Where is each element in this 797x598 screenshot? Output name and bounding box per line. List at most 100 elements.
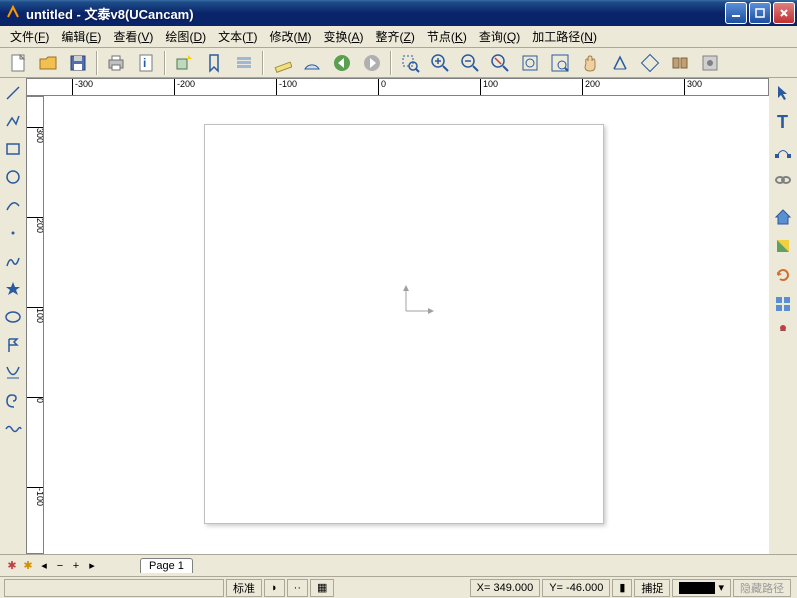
status-bar: 标准 ◗ ·· ▦ X= 349.000 Y= -46.000 ▮ 捕捉 ▾ 隐… — [0, 576, 797, 598]
zoom-previous-icon[interactable] — [486, 50, 514, 76]
ruler-tick: -300 — [72, 79, 93, 96]
print-icon[interactable] — [102, 50, 130, 76]
menu-transform[interactable]: 变换(A) — [317, 26, 369, 47]
ruler-vertical[interactable]: 300 200 100 0 -100 — [26, 96, 44, 554]
freehand-tool-icon[interactable] — [2, 248, 24, 274]
close-button[interactable] — [773, 2, 795, 24]
open-file-icon[interactable] — [34, 50, 62, 76]
page-tab-bar: ✱ ✱ ◂ − + ▸ Page 1 — [0, 554, 797, 576]
forward-icon[interactable] — [358, 50, 386, 76]
status-hidden-path[interactable]: 隐藏路径 — [733, 579, 791, 597]
status-toggle-3[interactable]: ▦ — [310, 579, 334, 597]
ruler-horizontal[interactable]: -300 -200 -100 0 100 200 300 — [26, 78, 769, 96]
text-tool-icon[interactable]: T — [771, 109, 795, 135]
menu-edit[interactable]: 编辑(E) — [55, 26, 107, 47]
rectangle-tool-icon[interactable] — [2, 136, 24, 162]
svg-text:T: T — [777, 112, 788, 132]
app-icon — [6, 5, 22, 21]
star-tool-icon[interactable] — [2, 276, 24, 302]
arc-tool-icon[interactable] — [2, 192, 24, 218]
left-toolbox — [0, 78, 26, 554]
save-file-icon[interactable] — [64, 50, 92, 76]
ruler-icon[interactable] — [268, 50, 296, 76]
link-icon[interactable] — [771, 167, 795, 193]
menu-node[interactable]: 节点(K) — [421, 26, 473, 47]
menu-file[interactable]: 文件(F) — [4, 26, 55, 47]
nav-minus-icon[interactable]: − — [53, 559, 67, 573]
pan-hand-icon[interactable] — [576, 50, 604, 76]
line-tool-icon[interactable] — [2, 80, 24, 106]
status-snap[interactable]: 捕捉 — [634, 579, 670, 597]
properties-icon[interactable]: i — [132, 50, 160, 76]
zoom-window-icon[interactable] — [396, 50, 424, 76]
bookmark-icon[interactable] — [200, 50, 228, 76]
path-options-icon[interactable] — [666, 50, 694, 76]
refresh-icon[interactable] — [771, 262, 795, 288]
snap-toggle-icon[interactable] — [636, 50, 664, 76]
ruler-tick: -100 — [276, 79, 297, 96]
menu-toolpath[interactable]: 加工路径(N) — [526, 26, 603, 47]
menu-text[interactable]: 文本(T) — [212, 26, 263, 47]
menu-draw[interactable]: 绘图(D) — [159, 26, 212, 47]
nav-first-icon[interactable]: ◂ — [37, 559, 51, 573]
svg-text:i: i — [143, 56, 146, 70]
status-y: Y= -46.000 — [542, 579, 610, 597]
spiral-tool-icon[interactable] — [2, 388, 24, 414]
status-toggle-2[interactable]: ·· — [287, 579, 308, 597]
maximize-button[interactable] — [749, 2, 771, 24]
spline-tool-icon[interactable] — [2, 360, 24, 386]
color-swatch-select[interactable]: ▾ — [672, 579, 731, 597]
ruler-tick: 200 — [582, 79, 600, 96]
menu-bar: 文件(F) 编辑(E) 查看(V) 绘图(D) 文本(T) 修改(M) 变换(A… — [0, 26, 797, 48]
flag-tool-icon[interactable] — [2, 332, 24, 358]
ruler-tick: 0 — [27, 397, 44, 403]
grid-icon[interactable] — [771, 291, 795, 317]
zoom-fit-icon[interactable] — [516, 50, 544, 76]
menu-align[interactable]: 整齐(Z) — [370, 26, 421, 47]
simulate-icon[interactable] — [696, 50, 724, 76]
status-mode[interactable]: 标准 — [226, 579, 262, 597]
right-toolbox: T — [769, 78, 797, 554]
zoom-out-icon[interactable] — [456, 50, 484, 76]
ruler-tick: 300 — [27, 127, 44, 143]
title-bar: untitled - 文泰v8(UCancam) — [0, 0, 797, 26]
fill-tool-icon[interactable] — [771, 233, 795, 259]
measure-icon[interactable] — [606, 50, 634, 76]
zoom-in-icon[interactable] — [426, 50, 454, 76]
point-tool-icon[interactable] — [2, 220, 24, 246]
new-file-icon[interactable] — [4, 50, 32, 76]
zoom-all-icon[interactable] — [546, 50, 574, 76]
layer-red-icon[interactable]: ✱ — [5, 559, 19, 573]
home-icon[interactable] — [771, 204, 795, 230]
circle-tool-icon[interactable] — [2, 164, 24, 190]
window-title: untitled - 文泰v8(UCancam) — [26, 4, 723, 23]
ellipse-tool-icon[interactable] — [2, 304, 24, 330]
ruler-tick: 0 — [378, 79, 386, 96]
list-icon[interactable] — [230, 50, 258, 76]
layer-yellow-icon[interactable]: ✱ — [21, 559, 35, 573]
nav-plus-icon[interactable]: + — [69, 559, 83, 573]
drawing-canvas[interactable] — [44, 96, 769, 554]
menu-modify[interactable]: 修改(M) — [263, 26, 317, 47]
import-icon[interactable] — [170, 50, 198, 76]
ruler-tick: 300 — [684, 79, 702, 96]
tool-settings-icon[interactable] — [771, 320, 795, 346]
back-icon[interactable] — [328, 50, 356, 76]
polyline-tool-icon[interactable] — [2, 108, 24, 134]
minimize-button[interactable] — [725, 2, 747, 24]
status-toggle-1[interactable]: ◗ — [264, 579, 285, 597]
menu-query[interactable]: 查询(Q) — [473, 26, 526, 47]
node-edit-icon[interactable] — [771, 138, 795, 164]
nav-last-icon[interactable]: ▸ — [85, 559, 99, 573]
menu-view[interactable]: 查看(V) — [107, 26, 159, 47]
wave-tool-icon[interactable] — [2, 416, 24, 442]
ruler-tick: 200 — [27, 217, 44, 233]
status-toggle-4[interactable]: ▮ — [612, 579, 632, 597]
ruler-tick: -100 — [27, 487, 44, 506]
status-x: X= 349.000 — [470, 579, 541, 597]
page-tab[interactable]: Page 1 — [140, 558, 193, 573]
protractor-icon[interactable] — [298, 50, 326, 76]
main-toolbar: i — [0, 48, 797, 78]
ruler-tick: -200 — [174, 79, 195, 96]
select-arrow-icon[interactable] — [771, 80, 795, 106]
